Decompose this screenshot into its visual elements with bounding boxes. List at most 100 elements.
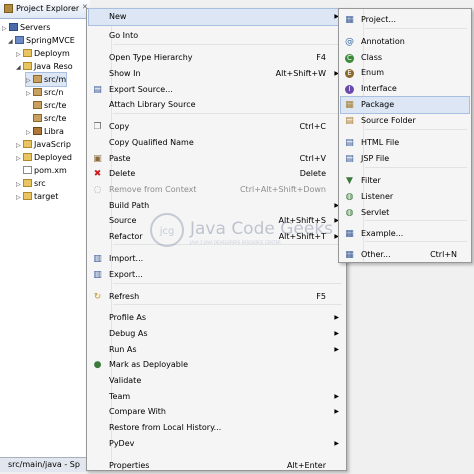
menu-item-label: Compare With <box>109 407 166 416</box>
new-item-package[interactable]: ▦ Package <box>340 96 470 114</box>
new-item-other[interactable]: ▦ Other... Ctrl+N <box>341 247 469 263</box>
menu-item-label: Run As <box>109 345 137 354</box>
menu-item-import[interactable]: ▥ Import... <box>89 251 344 267</box>
menu-item-pydev[interactable]: PyDev ▶ <box>89 436 344 452</box>
menu-item-validate[interactable]: Validate <box>89 373 344 389</box>
menu-item-label: New <box>109 12 127 21</box>
deploy-icon: ● <box>93 360 102 370</box>
menu-item-export-source[interactable]: ▤ Export Source... <box>89 82 344 98</box>
new-item-enum[interactable]: E Enum <box>341 65 469 81</box>
menu-item-restore-from-local-history[interactable]: Restore from Local History... <box>89 420 344 436</box>
menu-item-attach-library-source[interactable]: Attach Library Source <box>89 97 344 113</box>
tree-item-label: Java Reso <box>34 62 73 71</box>
submenu-arrow-icon: ▶ <box>334 330 339 337</box>
tree-item[interactable]: ◢ Java Reso <box>16 60 73 73</box>
status-bar: src/main/java - Sp <box>0 457 90 472</box>
menu-item-label: Go Into <box>109 31 139 40</box>
menu-item-refactor[interactable]: Refactor Alt+Shift+T ▶ <box>89 229 344 245</box>
tree-item[interactable]: ▷ src/n <box>26 86 63 99</box>
tree-item[interactable]: ▷ target <box>16 190 58 203</box>
remove-from-context-icon: ◌ <box>93 185 102 195</box>
tree-item[interactable]: ▷ Deploym <box>16 47 70 60</box>
tree-item-label: target <box>34 192 59 201</box>
new-item-interface[interactable]: I Interface <box>341 81 469 97</box>
menu-item-copy-qualified-name[interactable]: Copy Qualified Name <box>89 135 344 151</box>
menu-item-properties[interactable]: Properties Alt+Enter <box>89 458 344 474</box>
tree-expand-icon[interactable]: ◢ <box>16 61 23 74</box>
menu-item-new[interactable]: New ▶ <box>88 8 345 26</box>
new-item-label: Other... <box>361 250 391 259</box>
folder-icon <box>23 140 32 148</box>
tree-item[interactable]: src/te <box>26 99 66 112</box>
new-item-filter[interactable]: ▼ Filter <box>341 173 469 189</box>
menu-item-label: Mark as Deployable <box>109 360 189 369</box>
new-item-class[interactable]: C Class <box>341 50 469 66</box>
package-folder-icon <box>33 114 42 122</box>
menu-separator <box>365 129 467 130</box>
project-explorer-tab[interactable]: Project Explorer ✕ <box>0 0 90 19</box>
tree-item[interactable]: ▷ src/m <box>24 72 68 87</box>
menu-separator <box>113 283 342 284</box>
tree-item[interactable]: ▷ Libra <box>26 125 64 138</box>
menu-separator <box>365 167 467 168</box>
menu-item-delete[interactable]: ✖ Delete Delete <box>89 166 344 182</box>
folder-icon <box>23 62 32 70</box>
menu-item-paste[interactable]: ▣ Paste Ctrl+V <box>89 151 344 167</box>
new-item-label: Package <box>361 100 395 109</box>
menu-item-label: Refactor <box>109 232 143 241</box>
package-folder-icon <box>33 88 42 96</box>
menu-item-debug-as[interactable]: Debug As ▶ <box>89 326 344 342</box>
tree-item[interactable]: ▷ JavaScrip <box>16 138 71 151</box>
tree-item[interactable]: ▷ Servers <box>2 21 50 34</box>
tree-item-label: src/te <box>44 101 67 110</box>
menu-item-open-type-hierarchy[interactable]: Open Type Hierarchy F4 <box>89 50 344 66</box>
menu-item-compare-with[interactable]: Compare With ▶ <box>89 404 344 420</box>
new-item-label: Source Folder <box>361 116 416 125</box>
new-item-jsp-file[interactable]: ▤ JSP File <box>341 151 469 167</box>
new-item-label: Interface <box>361 84 397 93</box>
menu-item-show-in[interactable]: Show In Alt+Shift+W ▶ <box>89 66 344 82</box>
example-icon: ▦ <box>345 229 354 239</box>
tree-item[interactable]: pom.xm <box>16 164 67 177</box>
menu-item-run-as[interactable]: Run As ▶ <box>89 342 344 358</box>
delete-icon: ✖ <box>93 169 102 179</box>
folder-icon <box>9 23 18 31</box>
menu-item-team[interactable]: Team ▶ <box>89 389 344 405</box>
tree-item[interactable]: src/te <box>26 112 66 125</box>
new-item-label: Servlet <box>361 208 390 217</box>
tree-item-label: pom.xm <box>34 166 67 175</box>
new-item-example[interactable]: ▦ Example... <box>341 226 469 242</box>
menu-item-label: PyDev <box>109 439 135 448</box>
menu-item-export[interactable]: ▥ Export... <box>89 267 344 283</box>
menu-item-build-path[interactable]: Build Path ▶ <box>89 198 344 214</box>
menu-item-remove-from-context: ◌ Remove from Context Ctrl+Alt+Shift+Down <box>89 182 344 198</box>
tree-item-label: Deployed <box>34 153 73 162</box>
menu-item-copy[interactable]: ❐ Copy Ctrl+C <box>89 119 344 135</box>
new-submenu: ▦ Project... @ Annotation C Class E Enum I Interf… <box>338 8 472 263</box>
menu-item-profile-as[interactable]: Profile As ▶ <box>89 310 344 326</box>
tree-item[interactable]: ▷ src <box>16 177 46 190</box>
menu-item-mark-as-deployable[interactable]: ● Mark as Deployable <box>89 357 344 373</box>
new-item-project[interactable]: ▦ Project... <box>341 12 469 28</box>
package-icon: ▦ <box>345 100 354 110</box>
menu-item-source[interactable]: Source Alt+Shift+S ▶ <box>89 213 344 229</box>
new-item-source-folder[interactable]: ▤ Source Folder <box>341 113 469 129</box>
tree-item-label: Libra <box>44 127 64 136</box>
project-explorer-title: Project Explorer <box>16 4 80 13</box>
menu-item-go-into[interactable]: Go Into <box>89 28 344 44</box>
tree-expand-icon[interactable]: ▷ <box>16 191 23 204</box>
new-item-html-file[interactable]: ▤ HTML File <box>341 135 469 151</box>
other-icon: ▦ <box>345 250 354 260</box>
new-item-listener[interactable]: ◍ Listener <box>341 189 469 205</box>
menu-item-refresh[interactable]: ↻ Refresh F5 <box>89 289 344 305</box>
menu-item-shortcut: Alt+Shift+S <box>278 216 327 225</box>
tree-item[interactable]: ▷ Deployed <box>16 151 72 164</box>
new-item-annotation[interactable]: @ Annotation <box>341 34 469 50</box>
tree-item[interactable]: ◢ SpringMVCE <box>8 34 75 47</box>
new-item-servlet[interactable]: ◍ Servlet <box>341 205 469 221</box>
file-icon <box>23 166 32 174</box>
menu-separator <box>365 28 467 29</box>
folder-icon <box>23 49 32 57</box>
tree-expand-icon[interactable]: ◢ <box>8 35 15 48</box>
menu-item-label: Open Type Hierarchy <box>109 53 193 62</box>
